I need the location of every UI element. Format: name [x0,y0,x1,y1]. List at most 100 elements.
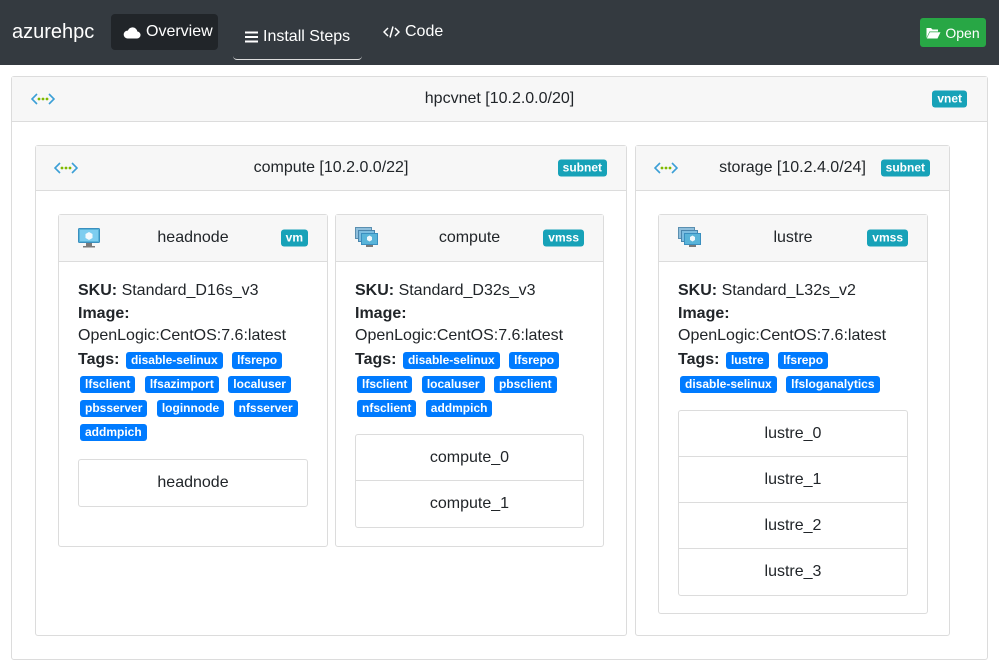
resource-title: headnode [157,229,229,246]
tag-badge: lfsloganalytics [786,375,880,393]
vnet-header: hpcvnet [10.2.0.0/20] vnet [12,77,987,122]
sku-row: SKU: Standard_D32s_v3 [355,280,584,303]
resource-header: headnode vm [59,215,327,262]
resource-badge: vmss [543,229,584,247]
sku-row: SKU: Standard_L32s_v2 [678,280,908,303]
subnet-header: storage [10.2.4.0/24] subnet [636,146,949,191]
cloud-icon [123,26,141,39]
open-button[interactable]: Open [920,18,986,47]
tags-label: Tags: [355,350,397,368]
list-icon [245,31,258,43]
navbar: azurehpc Overview Install Steps Code Ope… [0,0,999,65]
nav-install-steps-label: Install Steps [263,27,351,45]
subnet-title: compute [10.2.0.0/22] [253,159,409,176]
nav-overview[interactable]: Overview [111,14,218,50]
resource-title: compute [438,229,501,246]
image-label-row: Image: [355,303,584,326]
instance-item[interactable]: headnode [79,460,307,506]
vmss-icon [355,227,379,249]
nav-overview-label: Overview [146,23,213,40]
subnet-badge: subnet [880,159,930,177]
vnet-title: hpcvnet [10.2.0.0/20] [424,90,575,107]
instance-list: lustre_0 lustre_1 lustre_2 lustre_3 [678,410,908,596]
subnet-icon [654,161,678,175]
tags-row: Tags: lustre lfsrepo disable-selinux lfs… [678,348,908,396]
subnet-header: compute [10.2.0.0/22] subnet [36,146,626,191]
image-label-row: Image: [78,303,308,326]
subnet-title: storage [10.2.4.0/24] [719,159,866,176]
resource-header: lustre vmss [659,215,927,262]
nav-code[interactable]: Code [371,14,455,50]
resource-badge: vm [280,229,308,247]
instance-list: headnode [78,459,308,507]
tags-label: Tags: [78,350,120,368]
sku-label: SKU: [678,282,718,299]
tag-badge: lfsclient [357,375,413,393]
vnet-badge: vnet [932,90,967,108]
instance-item[interactable]: lustre_1 [679,457,907,503]
image-label: Image: [355,304,407,322]
image-label: Image: [678,304,730,322]
instance-item[interactable]: lustre_0 [679,411,907,457]
tag-badge: pbsserver [80,399,148,417]
code-icon [383,26,400,38]
resource-header: compute vmss [336,215,603,262]
image-label-row: Image: [678,303,908,326]
resource-details: SKU: Standard_D16s_v3 Image: OpenLogic:C… [78,280,308,444]
tag-badge: lfsrepo [232,351,283,369]
tag-badge: localuser [228,375,291,393]
folder-open-icon [926,27,941,39]
tag-badge: pbsclient [493,375,557,393]
resource-details: SKU: Standard_L32s_v2 Image: OpenLogic:C… [678,280,908,396]
tag-badge: addmpich [80,423,147,441]
instance-item[interactable]: lustre_2 [679,503,907,549]
tags-label: Tags: [678,350,720,368]
sku-value: Standard_L32s_v2 [721,282,856,299]
subnet-badge: subnet [557,159,607,177]
nav-code-label: Code [405,23,444,40]
tag-badge: lfsrepo [509,351,560,369]
resource-card-compute: compute vmss SKU: Standard_D32s_v3 Image… [335,214,604,547]
sku-value: Standard_D32s_v3 [398,282,536,299]
instance-item[interactable]: compute_1 [356,481,583,527]
sku-label: SKU: [355,282,395,299]
tags-row: Tags: disable-selinux lfsrepo lfsclient … [78,348,308,444]
tag-badge: lfsclient [80,375,136,393]
sku-label: SKU: [78,282,118,299]
subnet-card-storage: storage [10.2.4.0/24] subnet lustre vmss [635,145,950,636]
tag-badge: nfsclient [357,399,417,417]
instance-list: compute_0 compute_1 [355,434,584,528]
tags-row: Tags: disable-selinux lfsrepo lfsclient … [355,348,584,420]
sku-value: Standard_D16s_v3 [121,282,259,299]
tag-badge: addmpich [425,399,493,417]
sku-row: SKU: Standard_D16s_v3 [78,280,308,303]
tag-badge: nfsserver [233,399,298,417]
vnet-card: hpcvnet [10.2.0.0/20] vnet compute [10.2… [11,76,988,660]
tag-badge: disable-selinux [125,351,223,369]
subnet-icon [54,161,78,175]
resource-card-lustre: lustre vmss SKU: Standard_L32s_v2 Image:… [658,214,928,614]
image-value: OpenLogic:CentOS:7.6:latest [78,327,287,344]
open-button-label: Open [945,24,980,41]
instance-item[interactable]: compute_0 [356,435,583,481]
tag-badge: disable-selinux [680,375,777,393]
tag-badge: lfsazimport [144,375,219,393]
tag-badge: localuser [421,375,485,393]
image-label: Image: [78,304,130,322]
vnet-icon [31,92,55,106]
image-value: OpenLogic:CentOS:7.6:latest [355,327,564,344]
resource-card-headnode: headnode vm SKU: Standard_D16s_v3 Image:… [58,214,328,547]
subnet-card-compute: compute [10.2.0.0/22] subnet headnode vm [35,145,627,636]
instance-item[interactable]: lustre_3 [679,549,907,595]
tag-badge: lustre [725,351,769,369]
vm-icon [78,228,100,248]
resource-title: lustre [773,229,813,246]
resource-badge: vmss [867,229,908,247]
vmss-icon [678,227,702,249]
resource-details: SKU: Standard_D32s_v3 Image: OpenLogic:C… [355,280,584,420]
image-value: OpenLogic:CentOS:7.6:latest [678,327,887,344]
nav-install-steps[interactable]: Install Steps [233,14,363,60]
tag-badge: loginnode [156,399,225,417]
brand[interactable]: azurehpc [12,20,94,44]
tag-badge: lfsrepo [778,351,829,369]
